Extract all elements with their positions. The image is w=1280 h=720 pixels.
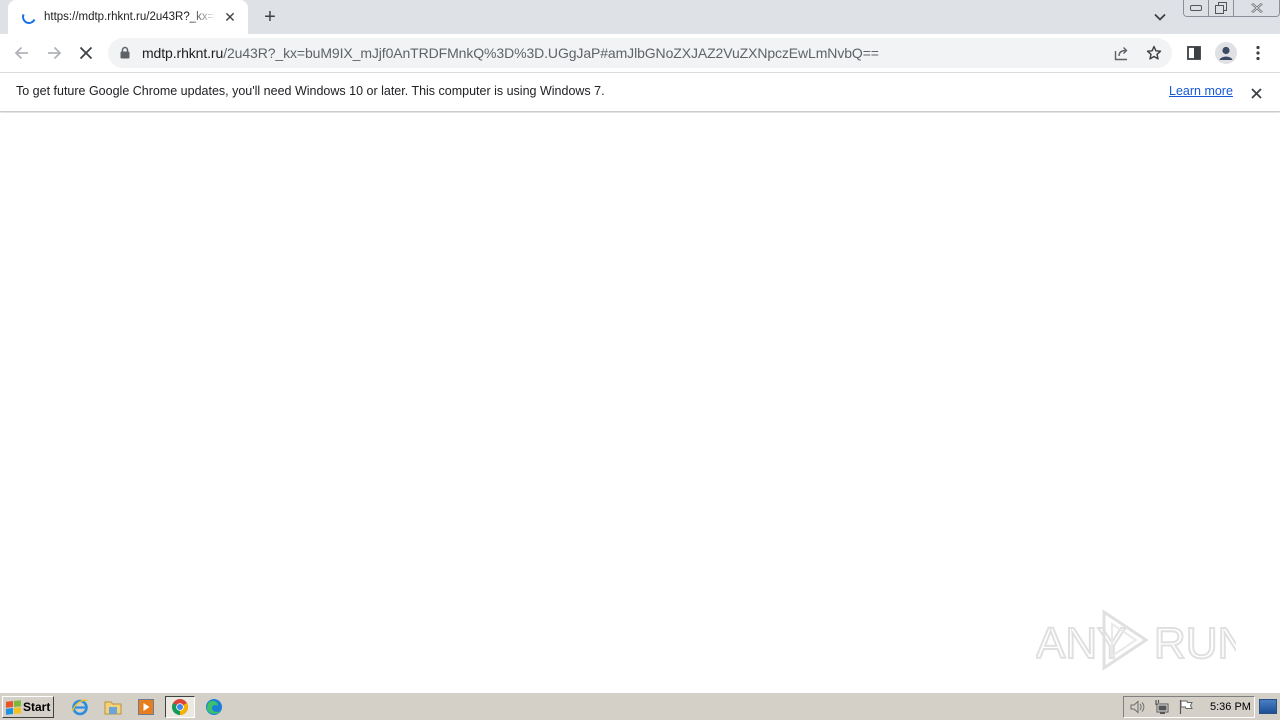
system-tray: 5:36 PM — [1123, 696, 1255, 718]
menu-dots-icon — [1256, 45, 1260, 61]
tab-close-icon[interactable]: ✕ — [222, 9, 238, 25]
arrow-left-icon — [14, 46, 28, 60]
side-panel-icon — [1187, 46, 1201, 60]
browser-toolbar: mdtp.rhknt.ru/2u43R?_kx=buM9IX_mJjf0AnTR… — [0, 34, 1280, 72]
start-button[interactable]: Start — [2, 696, 54, 718]
profile-icon — [1215, 42, 1237, 64]
address-bar[interactable]: mdtp.rhknt.ru/2u43R?_kx=buM9IX_mJjf0AnTR… — [108, 38, 1172, 68]
loading-spinner-icon — [20, 8, 38, 26]
restore-button[interactable] — [1209, 0, 1234, 16]
tab-title: https://mdtp.rhknt.ru/2u43R?_kx=buM9IX_m… — [44, 11, 216, 23]
action-center-flag-icon — [1179, 700, 1193, 714]
bookmark-button[interactable] — [1143, 42, 1165, 64]
browser-tab[interactable]: https://mdtp.rhknt.ru/2u43R?_kx=buM9IX_m… — [8, 0, 248, 34]
internet-explorer-icon — [71, 699, 88, 716]
page-content — [0, 113, 1280, 691]
edge-icon — [206, 699, 222, 715]
taskbar-edge[interactable] — [200, 696, 228, 718]
media-player-icon — [138, 699, 154, 715]
taskbar-file-explorer[interactable] — [99, 696, 127, 718]
share-button[interactable] — [1111, 42, 1133, 64]
windows-logo-icon — [6, 699, 21, 715]
windows-taskbar: Start 5:36 PM — [0, 692, 1280, 720]
screen: https://mdtp.rhknt.ru/2u43R?_kx=buM9IX_m… — [0, 0, 1280, 720]
chevron-down-icon — [1154, 13, 1166, 21]
volume-icon — [1130, 700, 1145, 714]
lock-icon[interactable] — [120, 46, 130, 59]
forward-button[interactable] — [40, 39, 68, 67]
show-desktop-button[interactable] — [1259, 699, 1277, 714]
watermark-text-right: RUN — [1154, 619, 1236, 668]
network-icon — [1155, 700, 1169, 714]
tab-strip: https://mdtp.rhknt.ru/2u43R?_kx=buM9IX_m… — [0, 0, 1280, 34]
tab-search-button[interactable] — [1150, 8, 1170, 26]
learn-more-link[interactable]: Learn more — [1169, 84, 1233, 98]
stop-icon — [79, 46, 93, 60]
new-tab-button[interactable]: + — [258, 6, 282, 28]
restore-icon — [1215, 2, 1227, 14]
bookmark-star-icon — [1146, 45, 1162, 60]
anyrun-watermark: ANY RUN — [1036, 609, 1236, 671]
back-button[interactable] — [8, 39, 36, 67]
network-button[interactable] — [1152, 698, 1172, 716]
taskbar-chrome[interactable] — [165, 696, 195, 718]
minimize-icon — [1190, 5, 1202, 11]
url-host: mdtp.rhknt.ru — [142, 45, 224, 61]
volume-button[interactable] — [1128, 698, 1148, 716]
close-icon — [1250, 87, 1262, 99]
menu-button[interactable] — [1244, 39, 1272, 67]
folder-icon — [104, 701, 122, 715]
start-label: Start — [23, 700, 51, 714]
profile-button[interactable] — [1212, 39, 1240, 67]
close-icon — [1250, 3, 1263, 13]
update-infobar: To get future Google Chrome updates, you… — [0, 72, 1280, 112]
url-text[interactable]: mdtp.rhknt.ru/2u43R?_kx=buM9IX_mJjf0AnTR… — [142, 45, 879, 61]
taskbar-media-player[interactable] — [132, 696, 160, 718]
infobar-message: To get future Google Chrome updates, you… — [16, 84, 605, 98]
arrow-right-icon — [48, 46, 62, 60]
url-path: /2u43R?_kx=buM9IX_mJjf0AnTRDFMnkQ%3D%3D.… — [223, 45, 879, 61]
minimize-button[interactable] — [1184, 0, 1209, 16]
side-panel-button[interactable] — [1180, 39, 1208, 67]
close-window-button[interactable] — [1234, 0, 1279, 16]
window-controls — [1183, 0, 1280, 17]
action-center-button[interactable] — [1176, 698, 1196, 716]
stop-loading-button[interactable] — [72, 39, 100, 67]
share-icon — [1114, 47, 1128, 61]
infobar-close-button[interactable] — [1246, 83, 1266, 103]
taskbar-internet-explorer[interactable] — [66, 696, 94, 718]
taskbar-clock[interactable]: 5:36 PM — [1210, 701, 1251, 713]
chrome-icon — [172, 699, 188, 715]
